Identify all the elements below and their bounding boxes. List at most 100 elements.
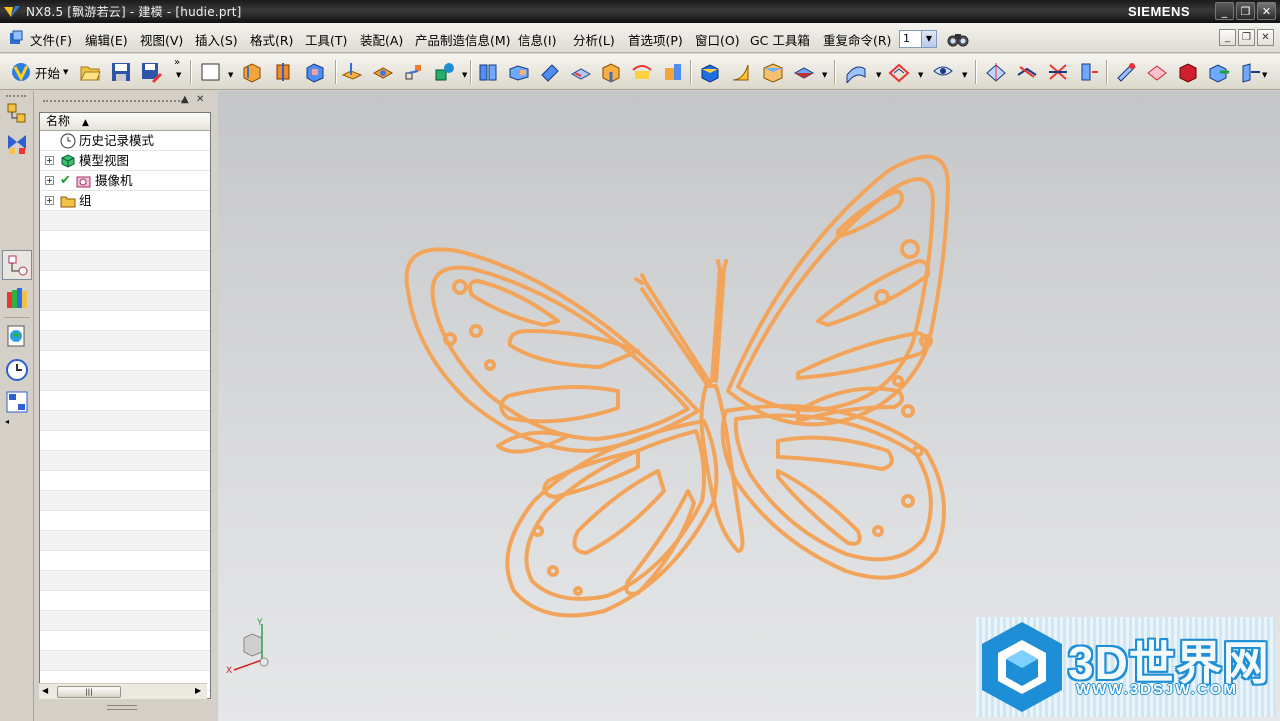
nx-logo-icon (4, 5, 20, 17)
chevron-down-icon[interactable]: ▼ (921, 31, 936, 47)
panel-collapse-icon[interactable]: ▲ (181, 94, 189, 105)
shell-icon[interactable] (631, 61, 653, 83)
axis-triad (233, 624, 269, 671)
menu-preferences[interactable]: 首选项(P) (628, 30, 683, 49)
chamfer-icon[interactable] (600, 61, 622, 83)
analysis-icon[interactable] (985, 61, 1007, 83)
menu-pmi[interactable]: 产品制造信息(M) (415, 30, 511, 49)
start-button[interactable]: 开始 ▼ (10, 61, 68, 83)
menu-analysis[interactable]: 分析(L) (573, 30, 615, 49)
menu-view[interactable]: 视图(V) (140, 30, 183, 49)
scroll-right-icon[interactable]: ▶ (195, 686, 201, 695)
binoculars-icon[interactable] (946, 30, 970, 48)
empty-tree-row (40, 471, 210, 491)
doc-restore-button[interactable]: ❐ (1238, 29, 1255, 46)
reuse-library-icon[interactable] (5, 286, 29, 310)
restore-button[interactable]: ❐ (1236, 2, 1255, 20)
part-navigator-panel: ▲ ✕ 名称▲ 历史记录模式 + 模型视图 + ✔ 摄像机 + 组 ◀ ||| (35, 91, 218, 721)
body-icon[interactable] (434, 61, 456, 83)
sew-icon[interactable] (1146, 61, 1168, 83)
checkmark-icon: ✔ (60, 173, 71, 188)
menu-file[interactable]: 文件(F) (30, 30, 72, 49)
expand-icon[interactable]: + (45, 156, 54, 165)
assembly-navigator-icon[interactable] (5, 101, 29, 125)
tree-row-model-views[interactable]: + 模型视图 (40, 151, 210, 171)
surface-icon[interactable] (845, 61, 867, 83)
transform-icon[interactable] (1115, 61, 1137, 83)
scroll-thumb[interactable]: ||| (57, 686, 121, 698)
document-icon[interactable] (8, 30, 24, 46)
menu-gc-toolbox[interactable]: GC 工具箱 (750, 30, 810, 49)
measure-icon[interactable] (932, 61, 954, 83)
doc-minimize-button[interactable]: _ (1219, 29, 1236, 46)
mirror-icon[interactable] (699, 61, 721, 83)
datum-csys-icon[interactable] (372, 61, 394, 83)
offset-icon[interactable] (793, 61, 815, 83)
empty-tree-row (40, 331, 210, 351)
panel-close-button[interactable]: ✕ (196, 94, 204, 105)
draft-icon[interactable] (662, 61, 684, 83)
menu-assembly[interactable]: 装配(A) (360, 30, 403, 49)
export-icon[interactable] (1208, 61, 1230, 83)
title-bar: NX8.5 [飘游若云] - 建模 - [hudie.prt] SIEMENS … (0, 0, 1280, 23)
empty-tree-row (40, 511, 210, 531)
menu-repeat-command[interactable]: 重复命令(R) (823, 30, 891, 49)
pattern-icon[interactable] (730, 61, 752, 83)
empty-tree-row (40, 371, 210, 391)
repeat-count-select[interactable]: 1 ▼ (899, 30, 937, 48)
revolve-icon[interactable] (272, 61, 294, 83)
tree-row-cameras[interactable]: + ✔ 摄像机 (40, 171, 210, 191)
constraint-navigator-icon[interactable] (5, 132, 29, 156)
minimize-button[interactable]: _ (1215, 2, 1234, 20)
empty-tree-row (40, 551, 210, 571)
menu-edit[interactable]: 编辑(E) (85, 30, 128, 49)
tree-row-history-mode[interactable]: 历史记录模式 (40, 131, 210, 151)
extrude-icon[interactable] (241, 61, 263, 83)
window-title: NX8.5 [飘游若云] - 建模 - [hudie.prt] (26, 5, 242, 19)
csys-icon[interactable] (1078, 61, 1100, 83)
expand-icon[interactable]: + (45, 196, 54, 205)
section-icon[interactable] (888, 61, 910, 83)
intersect-icon[interactable] (539, 61, 561, 83)
toolbar-overflow-icon[interactable]: » (174, 57, 180, 68)
save-icon[interactable] (110, 61, 132, 83)
menu-information[interactable]: 信息(I) (518, 30, 556, 49)
render-icon[interactable] (1047, 61, 1069, 83)
menu-tools[interactable]: 工具(T) (305, 30, 347, 49)
collapse-arrow-icon[interactable]: ◂ (5, 417, 9, 426)
web-browser-icon[interactable] (5, 324, 29, 348)
expand-icon[interactable]: + (45, 176, 54, 185)
menu-format[interactable]: 格式(R) (250, 30, 293, 49)
start-icon (12, 63, 30, 82)
save-as-icon[interactable] (140, 61, 162, 83)
empty-tree-row (40, 251, 210, 271)
panel-resize-grip[interactable] (107, 705, 137, 710)
view-icon[interactable] (1016, 61, 1038, 83)
doc-close-button[interactable]: ✕ (1257, 29, 1274, 46)
unite-icon[interactable] (477, 61, 499, 83)
system-materials-icon[interactable] (5, 390, 29, 414)
name-column-header[interactable]: 名称 ▲ (40, 113, 210, 131)
sort-ascending-icon: ▲ (82, 118, 89, 128)
subtract-icon[interactable] (508, 61, 530, 83)
horizontal-scrollbar[interactable]: ◀ ||| ▶ (39, 683, 207, 699)
datum-plane-icon[interactable] (341, 61, 363, 83)
edge-blend-icon[interactable] (570, 61, 592, 83)
thicken-icon[interactable] (1177, 61, 1199, 83)
model-view-icon (61, 154, 75, 168)
menu-window[interactable]: 窗口(O) (695, 30, 740, 49)
history-icon[interactable] (5, 358, 29, 382)
open-icon[interactable] (79, 61, 101, 83)
empty-tree-row (40, 351, 210, 371)
trim-icon[interactable] (762, 61, 784, 83)
sketch-icon[interactable] (200, 61, 222, 83)
move-icon[interactable] (1240, 61, 1262, 83)
close-button[interactable]: ✕ (1257, 2, 1276, 20)
scroll-left-icon[interactable]: ◀ (42, 686, 48, 695)
point-icon[interactable] (403, 61, 425, 83)
right-antenna (710, 259, 728, 383)
tree-row-groups[interactable]: + 组 (40, 191, 210, 211)
menu-insert[interactable]: 插入(S) (195, 30, 238, 49)
block-icon[interactable] (304, 61, 326, 83)
part-navigator-icon[interactable] (7, 254, 31, 278)
